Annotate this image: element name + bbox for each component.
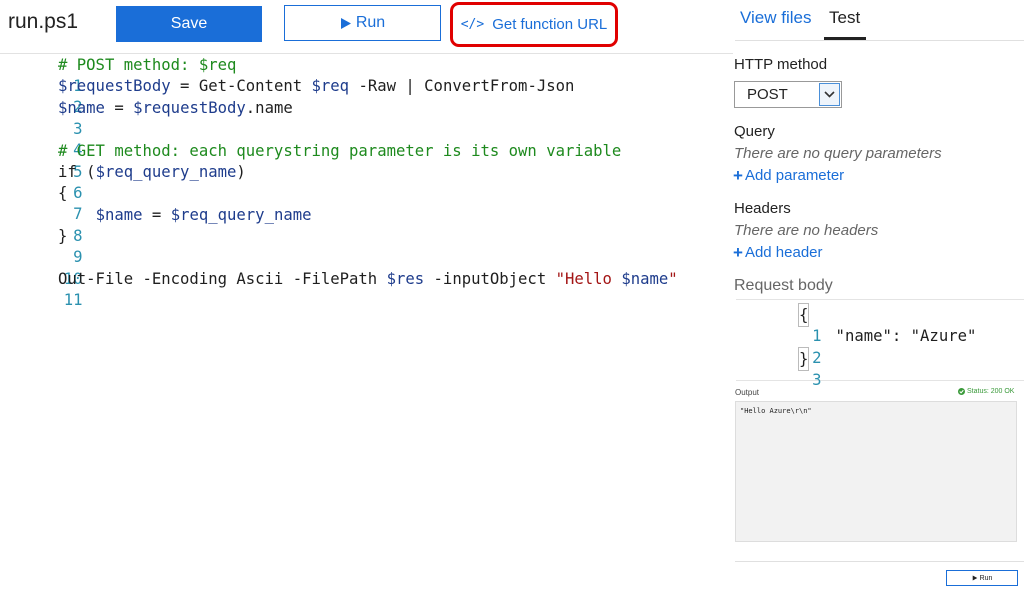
code-line: 7 { — [0, 183, 83, 223]
code-token: $requestBody — [58, 77, 171, 96]
code-line: 1 # POST method: $req — [0, 55, 236, 95]
output-text: "Hello Azure\r\n" — [740, 407, 812, 415]
status-text: Status: 200 OK — [967, 388, 1015, 395]
code-token: = — [104, 98, 134, 117]
output-box: "Hello Azure\r\n" — [735, 401, 1017, 542]
code-token: $requestBody — [133, 98, 246, 117]
run-button-label: Run — [355, 14, 386, 31]
code-line: 11 Out-File -Encoding Ascii -FilePath $r… — [0, 269, 678, 309]
code-token: $req — [311, 77, 350, 96]
add-parameter-label: Add parameter — [744, 167, 845, 184]
status-badge: Status: 200 OK — [958, 388, 1014, 395]
code-line: 9 } — [0, 226, 83, 266]
code-token: $res — [386, 270, 425, 288]
http-method-select[interactable]: POST — [734, 81, 842, 108]
line-number: 11 — [63, 291, 83, 309]
code-icon: </> — [460, 17, 485, 32]
test-run-label: Run — [979, 574, 993, 582]
http-method-label: HTTP method — [734, 56, 828, 73]
code-token: " — [668, 270, 678, 288]
code-text: { — [58, 184, 68, 203]
toolbar-divider — [0, 53, 735, 54]
tab-test[interactable]: Test — [829, 8, 860, 28]
code-token: if ( — [58, 163, 96, 181]
request-body-editor[interactable]: 1 { 2 "name": "Azure" 3 } — [736, 299, 1024, 389]
query-empty-note: There are no query parameters — [734, 145, 942, 162]
tab-view-files[interactable]: View files — [740, 8, 812, 28]
code-token: ) — [236, 163, 246, 181]
code-token: Out-File -Encoding Ascii -FilePath — [58, 270, 387, 288]
add-header-link[interactable]: + Add header — [733, 244, 823, 261]
code-line: 5 # GET method: each querystring paramet… — [0, 141, 621, 181]
code-text: $name = $req_query_name — [58, 205, 312, 226]
play-icon — [972, 575, 977, 581]
add-header-label: Add header — [744, 244, 823, 261]
get-function-url-button[interactable]: </> Get function URL — [450, 2, 618, 47]
code-line: 4 — [0, 119, 82, 159]
code-token: $name — [95, 205, 143, 224]
code-text: } — [58, 227, 68, 246]
request-body-line: 2 "name": "Azure" — [736, 325, 976, 367]
code-text: } — [798, 347, 810, 371]
run-button[interactable]: Run — [284, 5, 441, 41]
code-line: 3 $name = $requestBody.name — [0, 98, 293, 138]
code-token: $name — [58, 98, 105, 117]
code-token: $req_query_name — [95, 163, 237, 181]
code-token: = — [142, 205, 171, 224]
code-token: $name — [621, 270, 669, 288]
request-body-label: Request body — [734, 277, 833, 294]
code-text: # GET method: each querystring parameter… — [58, 141, 622, 160]
play-icon — [340, 17, 351, 29]
tabs-divider — [735, 40, 1024, 41]
request-body-line: 3 } — [736, 347, 822, 389]
code-text: $name = $requestBody.name — [58, 98, 293, 119]
plus-icon: + — [733, 243, 743, 262]
code-text: Out-File -Encoding Ascii -FilePath $res … — [58, 269, 678, 290]
file-title: run.ps1 — [8, 10, 79, 33]
code-token: "Hello — [555, 270, 622, 288]
code-text: "name": "Azure" — [798, 327, 977, 345]
code-token: -inputObject — [424, 270, 556, 288]
code-line: 10 — [0, 248, 83, 288]
code-token: $req_query_name — [170, 205, 312, 224]
code-text: # POST method: $req — [58, 56, 237, 74]
http-method-value: POST — [747, 86, 788, 103]
code-text: $requestBody = Get-Content $req -Raw | C… — [58, 76, 574, 97]
code-text: { — [798, 303, 810, 327]
code-token: .name — [245, 98, 293, 117]
check-circle-icon — [958, 388, 965, 395]
request-body-line: 1 { — [736, 303, 822, 345]
plus-icon: + — [733, 166, 743, 185]
save-button[interactable]: Save — [116, 6, 262, 42]
add-parameter-link[interactable]: + Add parameter — [733, 167, 844, 184]
code-line: 2 $requestBody = Get-Content $req -Raw |… — [0, 76, 574, 116]
panel-bottom-divider — [735, 561, 1024, 562]
code-token: = Get-Content — [170, 77, 312, 96]
line-number: 3 — [812, 371, 822, 389]
chevron-down-icon[interactable] — [819, 83, 840, 106]
headers-label: Headers — [734, 200, 791, 217]
output-label: Output — [735, 388, 760, 397]
get-function-url-label: Get function URL — [492, 16, 608, 33]
code-text: if ($req_query_name) — [58, 162, 246, 183]
headers-empty-note: There are no headers — [734, 222, 879, 239]
code-line: 8 $name = $req_query_name — [0, 205, 311, 245]
code-line: 6 if ($req_query_name) — [0, 162, 246, 202]
test-run-button[interactable]: Run — [946, 570, 1018, 586]
code-token: -Raw | ConvertFrom-Json — [349, 77, 575, 96]
query-label: Query — [734, 123, 775, 140]
